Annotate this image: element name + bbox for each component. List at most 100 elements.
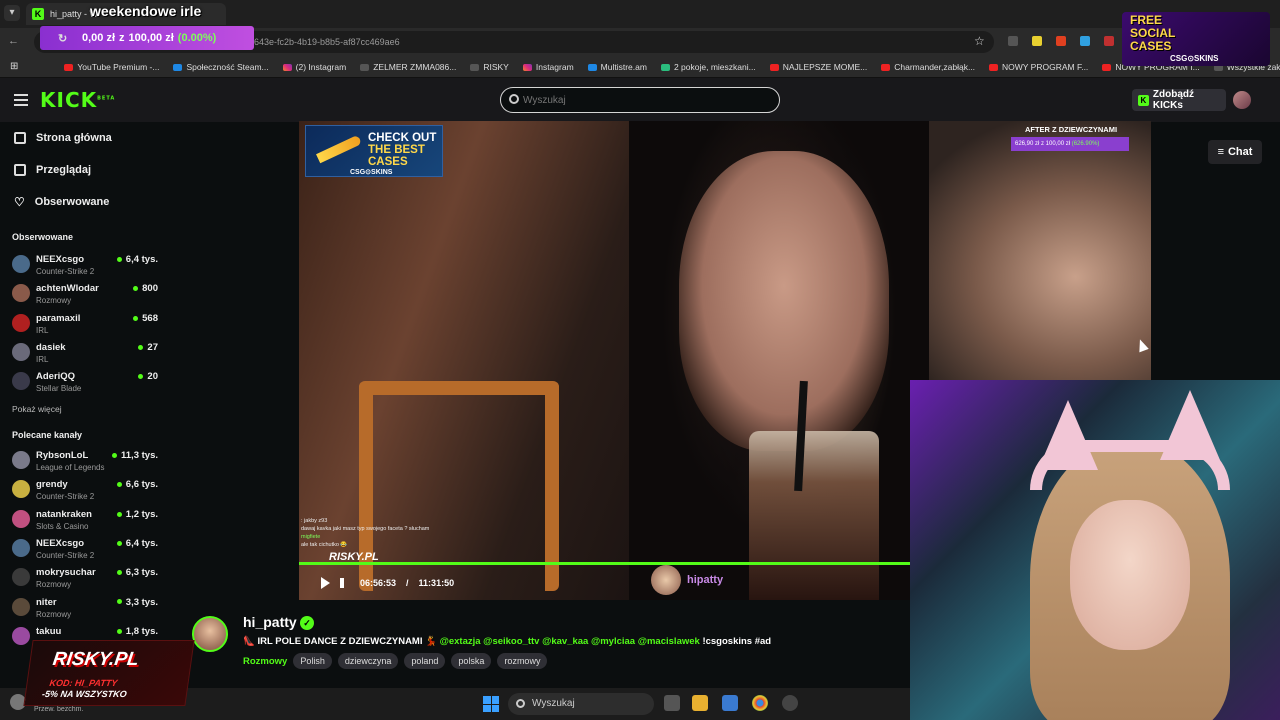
bookmark-item[interactable]: Charmander,zabłąk...	[881, 62, 975, 72]
streamer-avatar[interactable]	[192, 616, 228, 652]
bookmark-item[interactable]: (2) Instagram	[282, 62, 346, 72]
youtube-icon	[769, 63, 779, 71]
extension-icon[interactable]	[1080, 36, 1090, 46]
extension-icon[interactable]	[1056, 36, 1066, 46]
extension-icon[interactable]	[1008, 36, 1018, 46]
channel-item[interactable]: dasiek IRL 27	[12, 340, 162, 368]
channel-category: Rozmowy	[36, 580, 72, 590]
logo-beta: BETA	[97, 95, 116, 102]
video-face	[679, 151, 889, 451]
show-more-link[interactable]: Pokaż więcej	[12, 404, 62, 414]
viewer-count: 6,4 tys.	[117, 254, 158, 265]
chat-message: : jakby z93	[301, 518, 328, 524]
bookmark-item[interactable]: 2 pokoje, mieszkani...	[660, 61, 756, 72]
nav-home[interactable]: Strona główna	[14, 128, 112, 148]
banner-line: FREE	[1130, 13, 1163, 27]
watermark-label: hipatty	[687, 574, 724, 586]
webcam-face	[1070, 500, 1190, 650]
chat-overlay-line: migfiete	[301, 533, 501, 541]
play-icon[interactable]	[321, 577, 330, 589]
bookmark-label: YouTube Premium -...	[77, 61, 160, 72]
get-kicks-label: Zdobądź KICKs	[1152, 89, 1194, 111]
channel-item[interactable]: RybsonLoL League of Legends 11,3 tys.	[12, 448, 162, 476]
task-view-icon[interactable]	[664, 695, 680, 711]
nav-following[interactable]: ♡ Obserwowane	[14, 192, 109, 212]
back-icon[interactable]: ←	[8, 35, 19, 47]
category-link[interactable]: Rozmowy	[243, 656, 287, 667]
app-icon[interactable]	[782, 695, 798, 711]
channel-avatar	[12, 626, 30, 645]
kick-logo[interactable]: KICKBETA	[40, 88, 115, 112]
chat-button-label: Chat	[1227, 146, 1253, 158]
taskbar-search[interactable]: Wyszukaj	[508, 693, 654, 715]
bookmark-item[interactable]: Społeczność Steam...	[173, 62, 269, 72]
store-icon[interactable]	[722, 695, 738, 711]
donation-percent: (0.00%)	[177, 32, 217, 44]
youtube-icon	[881, 63, 891, 71]
streamer-name[interactable]: hi_patty	[243, 614, 297, 630]
channel-name: RybsonLoL	[36, 450, 89, 461]
chat-toggle-button[interactable]: ≡ Chat	[1208, 140, 1262, 164]
file-explorer-icon[interactable]	[692, 695, 708, 711]
tag[interactable]: Polish	[293, 653, 332, 669]
donation-sep: z	[119, 32, 125, 44]
bookmark-item[interactable]: Multistre.am	[587, 62, 647, 72]
bookmark-item[interactable]: RISKY	[470, 62, 509, 72]
bookmark-item[interactable]: NAJLEPSZE MOME...	[769, 61, 868, 72]
channel-item[interactable]: NEEXcsgo Counter-Strike 2 6,4 tys.	[12, 252, 162, 280]
channel-avatar	[12, 597, 30, 616]
channel-item[interactable]: mokrysuchar Rozmowy 6,3 tys.	[12, 565, 162, 593]
donation-goal-overlay: ↻ 0,00 zł z 100,00 zł (0.00%)	[40, 26, 254, 50]
after-goal-title: AFTER Z DZIEWCZYNAMI	[1024, 125, 1118, 134]
video-progress-played[interactable]	[299, 562, 911, 565]
bookmark-label: NOWY PROGRAM F...	[1002, 61, 1089, 72]
title-mentions[interactable]: @extazja @seikoo_ttv @kav_kaa @mylciaa @…	[440, 636, 700, 647]
channel-item[interactable]: achtenWlodar Rozmowy 800	[12, 281, 162, 309]
channel-item[interactable]: NEEXcsgo Counter-Strike 2 6,4 tys.	[12, 536, 162, 564]
channel-name: grendy	[36, 479, 68, 491]
bookmark-item[interactable]: NOWY PROGRAM F...	[989, 62, 1088, 72]
tab-search-button[interactable]: ▾	[4, 5, 20, 21]
extension-icon[interactable]	[1032, 36, 1042, 46]
bookmark-label: 2 pokoje, mieszkani...	[673, 61, 756, 72]
tag[interactable]: rozmowy	[497, 653, 548, 669]
tag[interactable]: poland	[404, 653, 446, 669]
watermark-avatar	[651, 565, 681, 595]
chat-list-icon: ≡	[1217, 146, 1224, 158]
tag[interactable]: dziewczyna	[337, 653, 399, 669]
extension-icon[interactable]	[1104, 36, 1114, 46]
banner-line: SOCIAL	[1130, 26, 1176, 40]
chat-overlay: : jakby z93 dawaj kavka jaki masz typ swo…	[301, 517, 501, 549]
home-icon	[14, 132, 26, 144]
bookmark-item[interactable]: YouTube Premium -...	[64, 62, 159, 72]
chrome-icon[interactable]	[752, 695, 768, 711]
search-bar[interactable]	[500, 87, 780, 113]
nav-browse[interactable]: Przeglądaj	[14, 160, 91, 180]
channel-item[interactable]: natankraken Slots & Casino 1,2 tys.	[12, 507, 162, 535]
ad-line: THE BEST	[368, 144, 425, 156]
bookmark-item[interactable]: ZELMER ZMMA086...	[360, 62, 456, 72]
channel-avatar	[12, 568, 30, 587]
bookmark-item[interactable]: Instagram	[522, 62, 574, 72]
get-kicks-button[interactable]: K Zdobądź KICKs	[1132, 89, 1226, 111]
tag[interactable]: polska	[451, 653, 492, 669]
volume-icon[interactable]	[340, 578, 350, 588]
windows-start-icon[interactable]	[483, 696, 499, 712]
apps-icon[interactable]: ⊞	[10, 61, 18, 72]
banner-line: CASES	[1130, 39, 1172, 53]
chat-overlay-line: : jakby z93	[301, 517, 501, 525]
channel-category: Counter-Strike 2	[36, 550, 95, 560]
verified-icon: ✓	[300, 616, 314, 630]
channel-item[interactable]: niter Rozmowy 3,3 tys.	[12, 595, 162, 623]
channel-item[interactable]: paramaxil IRL 568	[12, 311, 162, 339]
search-input[interactable]	[523, 88, 763, 112]
bookmark-label: NAJLEPSZE MOME...	[782, 61, 868, 72]
risky-promo-overlay: RISKY.PL KOD: HI_PATTY -5% NA WSZYSTKO	[23, 640, 195, 706]
risky-code: KOD: HI_PATTY	[48, 678, 118, 688]
user-avatar[interactable]	[1233, 91, 1251, 109]
bookmark-star-icon[interactable]: ☆	[974, 34, 985, 48]
channel-item[interactable]: grendy Counter-Strike 2 6,6 tys.	[12, 477, 162, 505]
channel-item[interactable]: AderiQQ Stellar Blade 20	[12, 369, 162, 397]
ad-brand: CSG⊙SKINS	[350, 169, 393, 176]
hamburger-menu-icon[interactable]	[14, 94, 28, 106]
